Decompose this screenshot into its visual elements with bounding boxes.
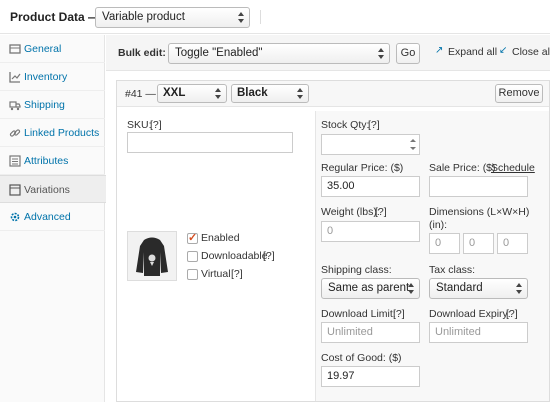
tab-linked-products[interactable]: Linked Products <box>0 119 105 147</box>
select-arrows-icon <box>377 47 386 60</box>
tax-class-label: Tax class: <box>429 264 476 276</box>
header-divider <box>260 10 261 24</box>
sku-input[interactable] <box>127 132 293 153</box>
sale-price-input[interactable] <box>429 176 528 197</box>
variation-image[interactable] <box>127 231 177 281</box>
cost-of-good-label: Cost of Good: ($) <box>321 352 402 364</box>
product-data-title: Product Data — <box>10 10 101 24</box>
bulk-edit-select[interactable]: Toggle "Enabled" <box>168 43 390 64</box>
downloadable-checkbox[interactable] <box>187 251 198 262</box>
virtual-help-link[interactable]: [?] <box>231 268 243 280</box>
enabled-checkbox[interactable] <box>187 231 198 244</box>
stock-qty-input[interactable] <box>321 134 420 155</box>
regular-price-input[interactable]: 35.00 <box>321 176 420 197</box>
tab-shipping[interactable]: Shipping <box>0 91 105 119</box>
virtual-label: Virtual <box>201 268 231 280</box>
variations-toolbar: Bulk edit: Toggle "Enabled" Go ↗ Expand … <box>106 35 550 71</box>
tab-advanced[interactable]: Advanced <box>0 203 105 231</box>
tax-class-value: Standard <box>436 282 483 294</box>
download-expiry-label: Download Expiry: <box>429 308 511 320</box>
size-value: XXL <box>163 87 186 99</box>
tab-attributes[interactable]: Attributes <box>0 147 105 175</box>
size-select[interactable]: XXL <box>157 84 227 103</box>
select-arrows-icon <box>407 282 416 295</box>
color-value: Black <box>237 87 268 99</box>
regular-price-label: Regular Price: ($) <box>321 162 404 174</box>
sale-price-label: Sale Price: ($) <box>429 162 496 174</box>
select-arrows-icon <box>214 87 223 100</box>
select-arrows-icon <box>296 87 305 100</box>
color-select[interactable]: Black <box>231 84 309 103</box>
weight-label: Weight (lbs): <box>321 206 380 218</box>
sku-help-link[interactable]: [?] <box>150 119 162 131</box>
link-icon <box>9 127 21 139</box>
variations-panel: Bulk edit: Toggle "Enabled" Go ↗ Expand … <box>106 35 550 402</box>
download-expiry-help-link[interactable]: [?] <box>506 308 518 320</box>
weight-input[interactable]: 0 <box>321 221 420 242</box>
shipping-class-value: Same as parent <box>328 282 410 294</box>
chart-icon <box>9 71 21 83</box>
close-all-icon: ↙ <box>499 45 508 56</box>
downloadable-label: Downloadable <box>201 250 268 262</box>
variation-item: #41 — XXL Black Remove SKU: [?] Enabled <box>116 80 550 402</box>
enabled-label: Enabled <box>201 232 240 244</box>
expand-all-link[interactable]: Expand all <box>448 46 497 58</box>
download-limit-label: Download Limit: <box>321 308 396 320</box>
bulk-edit-value: Toggle "Enabled" <box>175 47 263 59</box>
product-type-select[interactable]: Variable product <box>95 7 250 28</box>
close-all-link[interactable]: Close all <box>512 46 550 58</box>
tab-variations[interactable]: Variations <box>0 175 106 203</box>
virtual-checkbox[interactable] <box>187 269 198 280</box>
dimensions-unit-label: (in): <box>429 219 448 231</box>
tab-inventory[interactable]: Inventory <box>0 63 105 91</box>
download-expiry-input[interactable]: Unlimited <box>429 322 528 343</box>
truck-icon <box>9 99 21 111</box>
go-button[interactable]: Go <box>396 43 420 64</box>
bulk-edit-label: Bulk edit: <box>118 47 166 59</box>
gear-icon <box>9 211 21 223</box>
schedule-link[interactable]: Schedule <box>491 162 535 174</box>
tax-class-select[interactable]: Standard <box>429 278 528 299</box>
shipping-class-label: Shipping class: <box>321 264 392 276</box>
weight-help-link[interactable]: [?] <box>375 206 387 218</box>
product-data-header: Product Data — Variable product <box>0 0 550 34</box>
shipping-class-select[interactable]: Same as parent <box>321 278 420 299</box>
height-input[interactable]: 0 <box>497 233 528 254</box>
product-type-value: Variable product <box>102 11 185 23</box>
expand-all-icon: ↗ <box>435 45 444 56</box>
spinner-icon <box>410 139 416 150</box>
tab-general[interactable]: General <box>0 35 105 63</box>
variation-id: #41 — <box>125 88 156 100</box>
downloadable-help-link[interactable]: [?] <box>263 250 275 262</box>
variation-header[interactable]: #41 — XXL Black Remove <box>117 81 549 107</box>
width-input[interactable]: 0 <box>463 233 494 254</box>
download-limit-help-link[interactable]: [?] <box>393 308 405 320</box>
remove-button[interactable]: Remove <box>495 84 543 103</box>
variation-details: Stock Qty: [?] Regular Price: ($) 35.00 … <box>315 111 549 401</box>
dimensions-label: Dimensions (L×W×H) <box>429 206 530 218</box>
list-icon <box>9 155 21 167</box>
stock-qty-help-link[interactable]: [?] <box>368 119 380 131</box>
select-arrows-icon <box>237 11 246 24</box>
cost-of-good-input[interactable]: 19.97 <box>321 366 420 387</box>
wrench-icon <box>9 43 21 55</box>
length-input[interactable]: 0 <box>429 233 460 254</box>
sku-label: SKU: <box>127 119 152 131</box>
stock-qty-label: Stock Qty: <box>321 119 370 131</box>
grid-icon <box>9 184 21 196</box>
download-limit-input[interactable]: Unlimited <box>321 322 420 343</box>
product-data-tabs: General Inventory Shipping Linked Produc… <box>0 35 106 402</box>
select-arrows-icon <box>515 282 524 295</box>
